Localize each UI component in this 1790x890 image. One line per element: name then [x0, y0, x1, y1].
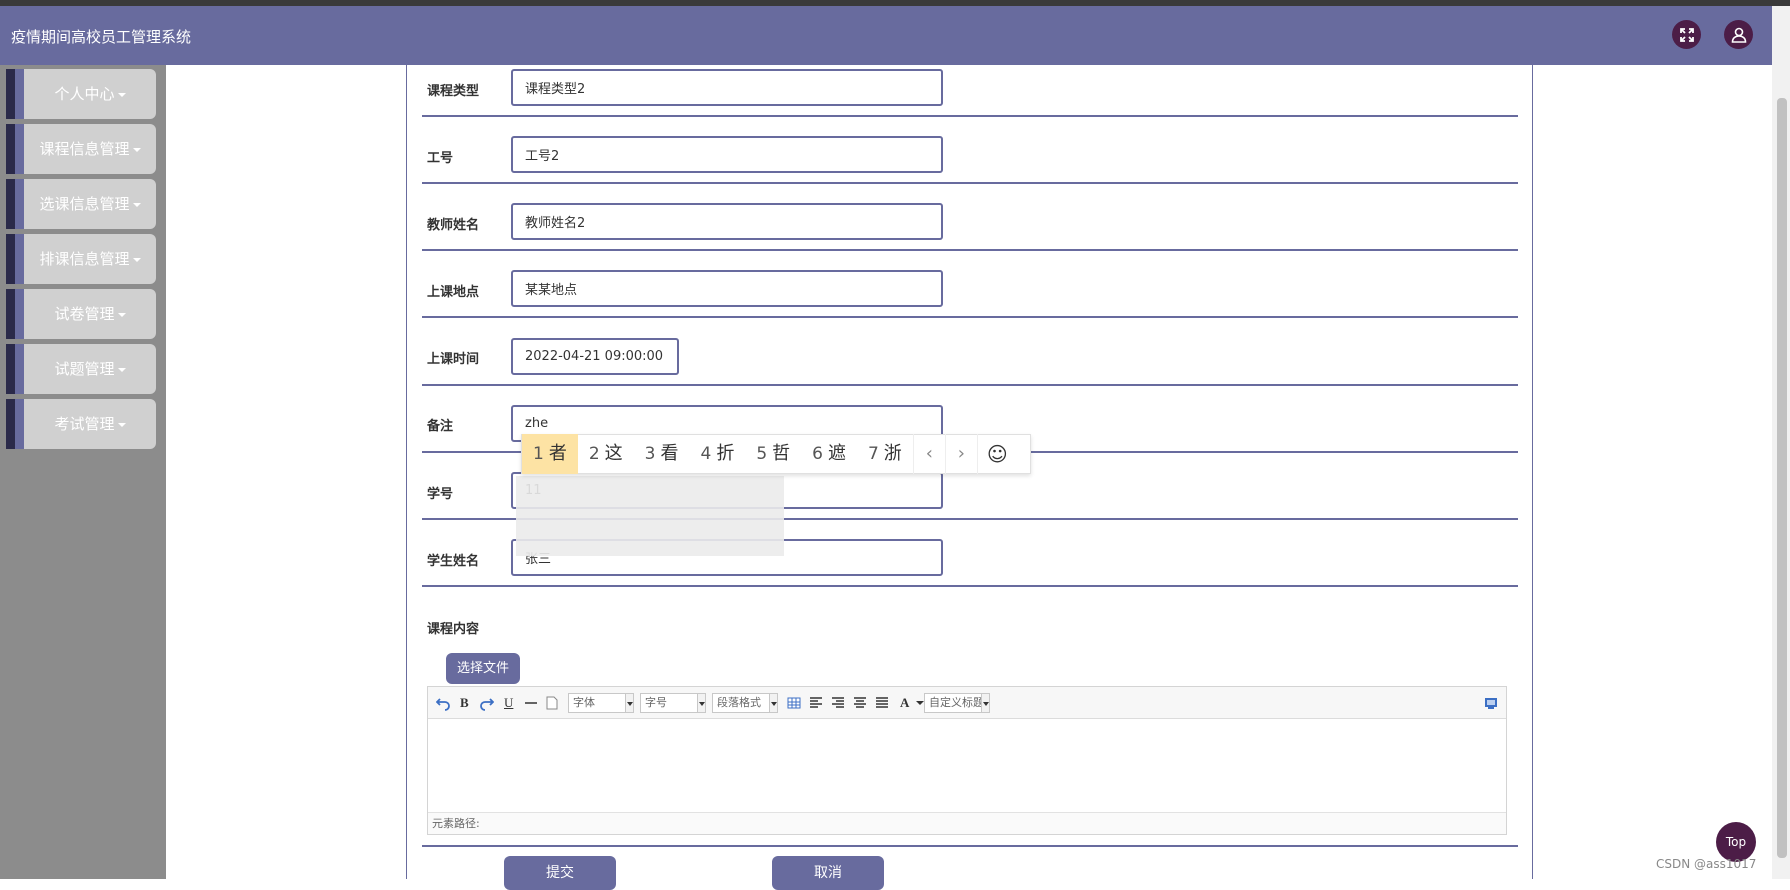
row-divider [422, 182, 1518, 184]
class-time-label: 上课时间 [427, 352, 480, 367]
staff-id-label: 工号 [427, 151, 454, 166]
editor-element-path: 元素路径: [428, 812, 1506, 834]
chevron-down-icon [697, 693, 706, 713]
editor-content-area[interactable] [428, 719, 1506, 813]
class-location-label: 上课地点 [427, 285, 480, 300]
align-center-icon[interactable] [853, 695, 867, 711]
autofill-item[interactable] [516, 476, 784, 508]
back-to-top-button[interactable]: Top [1716, 822, 1756, 862]
sidebar-item-exam-papers[interactable]: 试卷管理 [6, 289, 156, 339]
row-divider [422, 845, 1518, 847]
sidebar-item-label: 考试管理 [54, 415, 115, 433]
header-bar: 疫情期间高校员工管理系统 [0, 6, 1772, 65]
source-code-icon[interactable] [1484, 695, 1498, 711]
chevron-down-icon [981, 693, 990, 713]
expand-icon [1679, 27, 1694, 42]
chevron-down-icon [769, 693, 778, 713]
sidebar-item-label: 排课信息管理 [39, 250, 130, 268]
sidebar-item-label: 试题管理 [54, 360, 115, 378]
caret-down-icon [132, 147, 141, 152]
redo-icon[interactable] [480, 695, 494, 711]
caret-down-icon [132, 202, 141, 207]
teacher-name-input[interactable] [511, 203, 943, 240]
caret-down-icon[interactable] [916, 701, 924, 705]
sidebar: 个人中心 课程信息管理 选课信息管理 排课信息管理 试卷管理 试题管理 考试管理 [0, 65, 166, 879]
row-divider [422, 115, 1518, 117]
remarks-label: 备注 [427, 419, 454, 434]
document-icon[interactable] [546, 695, 558, 711]
ime-candidate[interactable]: 6遮 [801, 434, 857, 474]
underline-button[interactable]: U [504, 695, 513, 711]
row-divider [422, 384, 1518, 386]
student-name-label: 学生姓名 [427, 554, 480, 569]
align-justify-icon[interactable] [875, 695, 889, 711]
font-color-button[interactable]: A [900, 695, 909, 711]
sidebar-item-questions[interactable]: 试题管理 [6, 344, 156, 394]
table-icon[interactable] [787, 695, 801, 711]
sidebar-item-exams[interactable]: 考试管理 [6, 399, 156, 449]
sidebar-item-scheduling[interactable]: 排课信息管理 [6, 234, 156, 284]
custom-title-select[interactable]: 自定义标题 [924, 693, 990, 713]
align-left-icon[interactable] [809, 695, 823, 711]
caret-down-icon [117, 312, 126, 317]
course-type-input[interactable] [511, 69, 943, 106]
undo-icon[interactable] [436, 695, 450, 711]
autofill-suggestions[interactable] [516, 476, 784, 556]
horizontal-rule-icon[interactable] [524, 695, 538, 711]
cancel-button[interactable]: 取消 [772, 856, 884, 890]
app-title: 疫情期间高校员工管理系统 [11, 28, 192, 46]
user-button[interactable] [1724, 20, 1753, 49]
row-divider [422, 585, 1518, 587]
ime-candidate[interactable]: 7浙 [857, 434, 913, 474]
ime-candidate[interactable]: 5哲 [745, 434, 801, 474]
class-time-input[interactable] [511, 338, 679, 375]
ime-candidate[interactable]: 3看 [634, 434, 690, 474]
course-content-label: 课程内容 [427, 622, 480, 637]
class-location-input[interactable] [511, 270, 943, 307]
font-size-select[interactable]: 字号 [640, 693, 706, 713]
paragraph-format-select[interactable]: 段落格式 [712, 693, 778, 713]
teacher-name-label: 教师姓名 [427, 218, 480, 233]
sidebar-item-course-selection[interactable]: 选课信息管理 [6, 179, 156, 229]
submit-button[interactable]: 提交 [504, 856, 616, 890]
ime-emoji-icon[interactable]: ☺ [976, 434, 1017, 474]
autofill-item[interactable] [516, 508, 784, 540]
ime-next-page-icon[interactable]: › [944, 434, 977, 474]
ime-candidate-bar: 1者 2这 3看 4折 5哲 6遮 7浙 ‹ › ☺ [521, 434, 1031, 474]
font-family-select[interactable]: 字体 [568, 693, 634, 713]
chevron-down-icon [625, 693, 634, 713]
row-divider [422, 249, 1518, 251]
sidebar-item-label: 试卷管理 [54, 305, 115, 323]
rich-text-editor: B U 字体 字号 段落格式 A 自定义标题 元素路径: [427, 686, 1507, 835]
course-type-label: 课程类型 [427, 84, 480, 99]
ime-candidate[interactable]: 4折 [689, 434, 745, 474]
caret-down-icon [117, 367, 126, 372]
caret-down-icon [132, 257, 141, 262]
sidebar-item-label: 课程信息管理 [39, 140, 130, 158]
watermark-text: CSDN @ass1017 [1656, 857, 1757, 871]
caret-down-icon [117, 92, 126, 97]
staff-id-input[interactable] [511, 136, 943, 173]
ime-candidate[interactable]: 1者 [522, 434, 578, 474]
student-id-label: 学号 [427, 487, 454, 502]
scrollbar-thumb[interactable] [1777, 98, 1787, 858]
ime-candidate[interactable]: 2这 [578, 434, 634, 474]
sidebar-item-label: 个人中心 [54, 85, 115, 103]
fullscreen-button[interactable] [1672, 20, 1701, 49]
choose-file-button[interactable]: 选择文件 [446, 653, 520, 684]
align-right-icon[interactable] [831, 695, 845, 711]
ime-prev-page-icon[interactable]: ‹ [912, 434, 945, 474]
sidebar-item-course-info[interactable]: 课程信息管理 [6, 124, 156, 174]
row-divider [422, 316, 1518, 318]
user-icon [1731, 27, 1746, 43]
sidebar-item-label: 选课信息管理 [39, 195, 130, 213]
editor-toolbar: B U 字体 字号 段落格式 A 自定义标题 [428, 687, 1506, 719]
bold-button[interactable]: B [460, 695, 469, 711]
caret-down-icon [117, 422, 126, 427]
sidebar-item-personal-center[interactable]: 个人中心 [6, 69, 156, 119]
